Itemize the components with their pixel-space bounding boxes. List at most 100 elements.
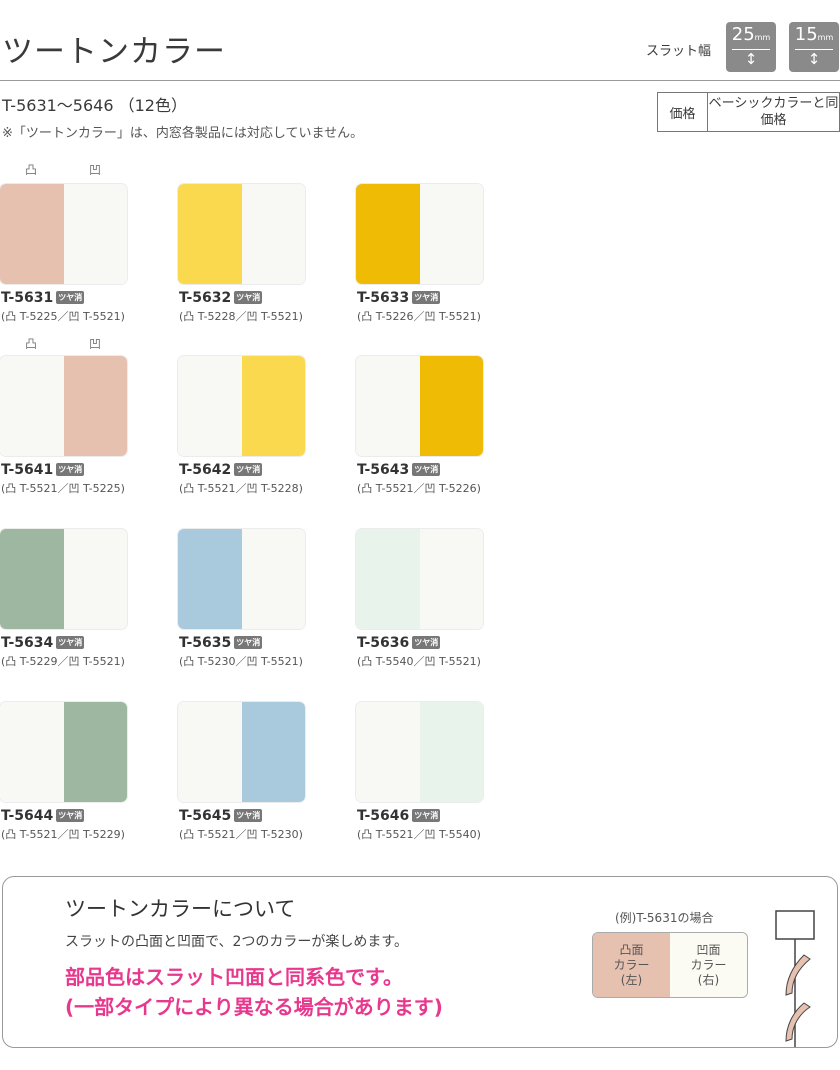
example-title: (例)T-5631の場合 — [615, 911, 714, 925]
swatch-component-codes: (凸 T-5521／凹 T-5230) — [179, 828, 303, 841]
slat-diagram-icon — [775, 910, 815, 1047]
slat-width-label: スラット幅 — [646, 44, 712, 59]
swatch-code-text: T-5644 — [1, 808, 54, 824]
swatch-convex-half — [356, 529, 420, 629]
swatch-concave-half — [63, 356, 127, 456]
swatch-code: T-5646 ツヤ消 — [357, 808, 441, 824]
vertical-arrow-icon: ↕ — [807, 50, 821, 68]
matte-badge: ツヤ消 — [234, 636, 263, 649]
matte-badge: ツヤ消 — [56, 463, 85, 476]
swatch-code: T-5645 ツヤ消 — [179, 808, 263, 824]
matte-badge: ツヤ消 — [234, 291, 263, 304]
swatch-concave-half — [419, 184, 483, 284]
example-swatch: 凸面 カラー (左) 凹面 カラー (右) — [592, 932, 748, 998]
convex-side-icon: 凸 — [25, 163, 38, 177]
info-panel: ツートンカラーについて スラットの凸面と凹面で、2つのカラーが楽しめます。 部品… — [2, 876, 838, 1048]
swatch-concave-half — [63, 702, 127, 802]
matte-badge: ツヤ消 — [56, 291, 85, 304]
swatch-convex-half — [0, 356, 64, 456]
swatch-code-text: T-5631 — [1, 290, 54, 306]
swatch-code-text: T-5636 — [357, 635, 410, 651]
swatch-component-codes: (凸 T-5521／凹 T-5229) — [1, 828, 125, 841]
swatch-code: T-5631 ツヤ消 — [1, 290, 85, 306]
swatch-concave-half — [241, 529, 305, 629]
swatch-component-codes: (凸 T-5521／凹 T-5228) — [179, 482, 303, 495]
slat-badge-value: 15mm — [794, 24, 834, 45]
swatch-component-codes: (凸 T-5521／凹 T-5540) — [357, 828, 481, 841]
swatch-code-text: T-5634 — [1, 635, 54, 651]
swatch-concave-half — [241, 356, 305, 456]
title-divider — [0, 80, 840, 81]
swatch-convex-half — [0, 702, 64, 802]
swatch-convex-half — [178, 529, 242, 629]
swatch-code-text: T-5646 — [357, 808, 410, 824]
matte-badge: ツヤ消 — [412, 291, 441, 304]
swatch-convex-half — [0, 184, 64, 284]
swatch-convex-half — [356, 356, 420, 456]
example-convex-color: 凸面 カラー (左) — [593, 933, 670, 997]
color-swatch-t-5645 — [178, 702, 305, 802]
matte-badge: ツヤ消 — [234, 809, 263, 822]
swatch-code-text: T-5642 — [179, 462, 232, 478]
product-range: T-5631～5646 （12色） — [2, 96, 187, 115]
swatch-code: T-5633 ツヤ消 — [357, 290, 441, 306]
info-body: スラットの凸面と凹面で、2つのカラーが楽しめます。 — [65, 934, 408, 950]
swatch-code-text: T-5632 — [179, 290, 232, 306]
swatch-component-codes: (凸 T-5521／凹 T-5226) — [357, 482, 481, 495]
swatch-concave-half — [419, 702, 483, 802]
matte-badge: ツヤ消 — [56, 636, 85, 649]
slat-badge-25: 25mm ↕ — [726, 22, 776, 72]
matte-badge: ツヤ消 — [412, 636, 441, 649]
color-swatch-t-5642 — [178, 356, 305, 456]
color-swatch-t-5646 — [356, 702, 483, 802]
swatch-concave-half — [63, 529, 127, 629]
swatch-concave-half — [241, 184, 305, 284]
swatch-convex-half — [178, 356, 242, 456]
slat-badge-15: 15mm ↕ — [789, 22, 839, 72]
swatch-code-text: T-5645 — [179, 808, 232, 824]
swatch-code-text: T-5633 — [357, 290, 410, 306]
swatch-component-codes: (凸 T-5521／凹 T-5225) — [1, 482, 125, 495]
example-concave-color: 凹面 カラー (右) — [670, 933, 747, 997]
color-swatch-t-5633 — [356, 184, 483, 284]
convex-side-icon: 凸 — [25, 337, 38, 351]
color-swatch-t-5644 — [0, 702, 127, 802]
concave-side-icon: 凹 — [89, 337, 102, 351]
swatch-code-text: T-5635 — [179, 635, 232, 651]
concave-side-icon: 凹 — [89, 163, 102, 177]
price-label: 価格 — [658, 93, 708, 131]
compatibility-note: ※「ツートンカラー」は、内窓各製品には対応していません。 — [2, 126, 364, 141]
swatch-code: T-5643 ツヤ消 — [357, 462, 441, 478]
swatch-code: T-5642 ツヤ消 — [179, 462, 263, 478]
swatch-component-codes: (凸 T-5228／凹 T-5521) — [179, 310, 303, 323]
swatch-concave-half — [419, 356, 483, 456]
swatch-concave-half — [241, 702, 305, 802]
color-swatch-t-5636 — [356, 529, 483, 629]
matte-badge: ツヤ消 — [412, 809, 441, 822]
swatch-convex-half — [356, 702, 420, 802]
color-swatch-t-5643 — [356, 356, 483, 456]
info-highlight: 部品色はスラット凹面と同系色です。 — [65, 965, 403, 989]
swatch-code: T-5635 ツヤ消 — [179, 635, 263, 651]
matte-badge: ツヤ消 — [412, 463, 441, 476]
swatch-component-codes: (凸 T-5225／凹 T-5521) — [1, 310, 125, 323]
swatch-concave-half — [419, 529, 483, 629]
matte-badge: ツヤ消 — [234, 463, 263, 476]
swatch-code: T-5644 ツヤ消 — [1, 808, 85, 824]
page-title: ツートンカラー — [2, 34, 226, 70]
color-swatch-t-5641 — [0, 356, 127, 456]
price-value: ベーシックカラーと同価格 — [708, 96, 839, 128]
swatch-code: T-5634 ツヤ消 — [1, 635, 85, 651]
swatch-code-text: T-5643 — [357, 462, 410, 478]
color-swatch-t-5631 — [0, 184, 127, 284]
swatch-code: T-5636 ツヤ消 — [357, 635, 441, 651]
swatch-code: T-5632 ツヤ消 — [179, 290, 263, 306]
color-swatch-t-5634 — [0, 529, 127, 629]
swatch-convex-half — [356, 184, 420, 284]
swatch-convex-half — [0, 529, 64, 629]
color-swatch-t-5632 — [178, 184, 305, 284]
swatch-component-codes: (凸 T-5540／凹 T-5521) — [357, 655, 481, 668]
info-title: ツートンカラーについて — [65, 897, 296, 921]
info-highlight-note: (一部タイプにより異なる場合があります) — [65, 995, 443, 1019]
swatch-concave-half — [63, 184, 127, 284]
